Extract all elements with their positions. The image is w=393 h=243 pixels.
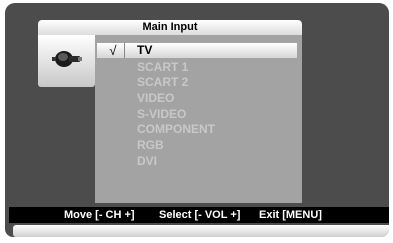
list-item-rgb[interactable]: RGB [95,138,302,153]
list-item-label: SCART 1 [137,60,189,74]
list-item-s-video[interactable]: S-VIDEO [95,107,302,122]
menu-title: Main Input [38,20,302,35]
list-item-label: COMPONENT [137,122,215,136]
list-item-dvi[interactable]: DVI [95,154,302,169]
list-item-label: SCART 2 [137,75,189,89]
list-item-label: TV [137,43,153,57]
input-icon-box [38,35,95,87]
list-item-label: VIDEO [137,91,175,105]
input-connector-icon [52,51,82,67]
list-item-label: DVI [137,154,158,168]
select-hint: Select [- VOL +] [159,209,241,221]
list-item-scart-2[interactable]: SCART 2 [95,75,302,90]
list-item-video[interactable]: VIDEO [95,91,302,106]
list-item-label: RGB [137,138,164,152]
list-item-scart-1[interactable]: SCART 1 [95,60,302,75]
osd-panel: Main Input √ TV SCART 1 SCART 2 VIDEO S-… [5,3,389,237]
tv-osd-screen: Main Input √ TV SCART 1 SCART 2 VIDEO S-… [0,0,393,243]
exit-hint: Exit [MENU] [259,209,322,221]
footer-hint-bar: Move [- CH +] Select [- VOL +] Exit [MEN… [9,207,389,223]
list-item-label: S-VIDEO [137,107,187,121]
move-hint: Move [- CH +] [64,209,135,221]
list-item-component[interactable]: COMPONENT [95,122,302,137]
input-source-list: √ TV SCART 1 SCART 2 VIDEO S-VIDEO COMPO… [95,35,302,203]
check-icon: √ [102,43,125,58]
bottom-status-strip [13,225,389,237]
list-item-tv[interactable]: √ TV [97,43,297,58]
